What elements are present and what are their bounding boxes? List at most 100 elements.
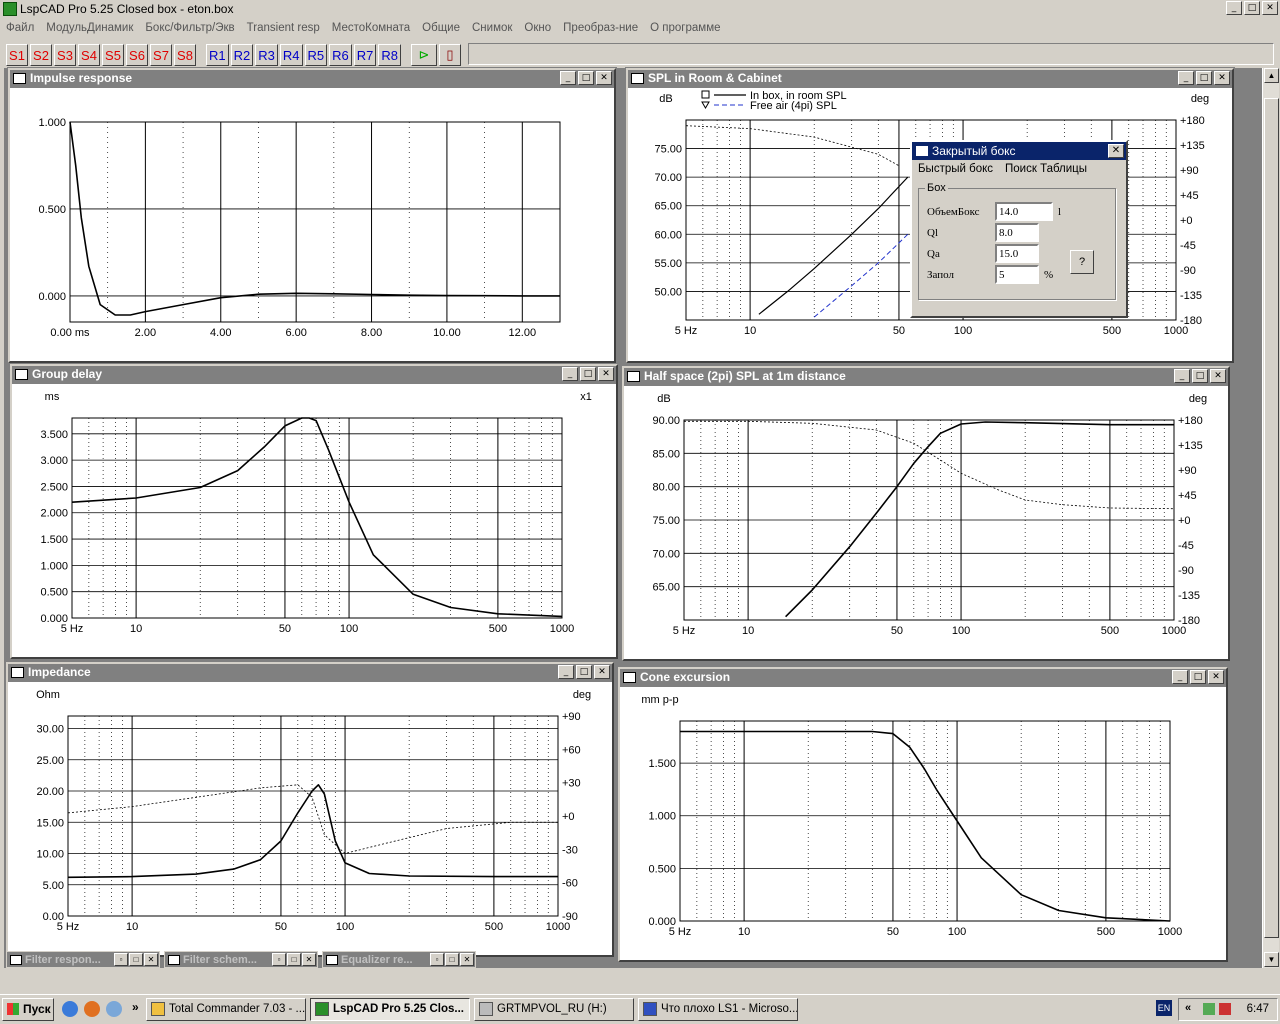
minimize-icon[interactable]: _	[1172, 670, 1188, 684]
closed-box-dialog-caption[interactable]: Закрытый бокс ✕	[912, 142, 1126, 160]
fill-input[interactable]	[995, 265, 1039, 284]
maximize-icon[interactable]: □	[1244, 1, 1260, 15]
impedance-window-caption[interactable]: Impedance _ □ ✕	[8, 664, 612, 682]
minimize-icon[interactable]: _	[558, 665, 574, 679]
menu-file[interactable]: Файл	[0, 22, 40, 34]
search-icon[interactable]	[106, 1001, 122, 1017]
s3-button[interactable]: S3	[54, 44, 76, 66]
cone-window-caption[interactable]: Cone excursion _ □ ✕	[620, 669, 1226, 687]
r4-button[interactable]: R4	[279, 44, 303, 66]
menu-box-filter-eq[interactable]: Бокс/Фильтр/Экв	[139, 22, 240, 34]
half-space-window-caption[interactable]: Half space (2pi) SPL at 1m distance _ □ ✕	[624, 368, 1228, 386]
ie-icon[interactable]	[62, 1001, 78, 1017]
group-delay-window-caption[interactable]: Group delay _ □ ✕	[12, 366, 616, 384]
firefox-icon[interactable]	[84, 1001, 100, 1017]
menu-window[interactable]: Окно	[518, 22, 557, 34]
qa-input[interactable]	[995, 244, 1039, 263]
cone-chart: 1.5001.0000.5000.0005 Hz 10 50 100 500 1000mm…	[641, 694, 1182, 938]
minimized-equalizer[interactable]: Equalizer re... ▫ □ ✕	[322, 951, 476, 968]
s7-button[interactable]: S7	[150, 44, 172, 66]
tray-app-icon[interactable]	[1219, 1003, 1231, 1015]
x-tick-label: 100	[952, 625, 970, 637]
close-icon[interactable]: ✕	[596, 71, 612, 85]
menu-driver-module[interactable]: МодульДинамик	[40, 22, 139, 34]
network-icon[interactable]	[1203, 1003, 1215, 1015]
maximize-icon[interactable]: □	[578, 71, 594, 85]
r8-button[interactable]: R8	[378, 44, 401, 66]
task-word[interactable]: Что плохо LS1 - Microso...	[638, 998, 798, 1021]
s5-button[interactable]: S5	[102, 44, 124, 66]
s6-button[interactable]: S6	[126, 44, 148, 66]
close-icon[interactable]: ✕	[1210, 369, 1226, 383]
r5-button[interactable]: R5	[304, 44, 328, 66]
scroll-thumb[interactable]	[1264, 98, 1279, 938]
chevron-icon[interactable]: »	[132, 1000, 139, 1014]
close-icon[interactable]: ✕	[1214, 71, 1230, 85]
task-lspcad[interactable]: LspCAD Pro 5.25 Clos...	[310, 998, 470, 1021]
spl-room-window-caption[interactable]: SPL in Room & Cabinet _ □ ✕	[628, 70, 1232, 88]
minimize-icon[interactable]: _	[560, 71, 576, 85]
minimize-icon[interactable]: _	[562, 367, 578, 381]
close-icon[interactable]: ✕	[1108, 144, 1124, 158]
task-total-commander[interactable]: Total Commander 7.03 - ...	[146, 998, 306, 1021]
menu-transform[interactable]: Преобраз-ние	[557, 22, 644, 34]
s1-button[interactable]: S1	[6, 44, 28, 66]
language-indicator[interactable]: EN	[1156, 1000, 1172, 1016]
r1-button[interactable]: R1	[206, 44, 229, 66]
r6-button[interactable]: R6	[329, 44, 352, 66]
y2-tick-label: -90	[1180, 265, 1196, 277]
vertical-scrollbar[interactable]: ▲ ▼	[1262, 68, 1279, 968]
closed-box-dialog[interactable]: Закрытый бокс ✕ Быстрый бокс Поиск Таблиц…	[910, 140, 1128, 318]
r3-button[interactable]: R3	[255, 44, 278, 66]
dialog-menu-quick-box[interactable]: Быстрый бокс	[918, 163, 993, 175]
maximize-icon[interactable]: □	[580, 367, 596, 381]
scroll-down-icon[interactable]: ▼	[1264, 952, 1279, 967]
maximize-icon[interactable]: □	[1192, 369, 1208, 383]
minimized-filter-response[interactable]: Filter respon... ▫ □ ✕	[6, 951, 160, 968]
ql-input[interactable]	[995, 223, 1039, 242]
menu-general[interactable]: Общие	[416, 22, 466, 34]
half-space-window[interactable]: Half space (2pi) SPL at 1m distance _ □ ✕ …	[621, 365, 1231, 662]
impedance-window[interactable]: Impedance _ □ ✕ 30.00 25.00 20.00 15.00 10.00 5…	[5, 661, 615, 958]
fill-unit: %	[1044, 268, 1054, 281]
s8-button[interactable]: S8	[174, 44, 196, 66]
start-button[interactable]: Пуск	[2, 998, 54, 1021]
x-tick-label: 10	[744, 325, 756, 337]
scroll-up-icon[interactable]: ▲	[1264, 68, 1279, 83]
close-icon[interactable]: ✕	[1262, 1, 1278, 15]
x-tick-label: 50	[275, 921, 287, 933]
tray-expand-icon[interactable]: «	[1185, 1002, 1191, 1014]
menu-snapshot[interactable]: Снимок	[466, 22, 518, 34]
impulse-window-caption[interactable]: Impulse response _ □ ✕	[10, 70, 614, 88]
impulse-chart: 1.000 0.500 0.000 0.00 ms 2.00 4.00 6.00 8.00 10…	[38, 117, 561, 339]
minimize-icon[interactable]: _	[1174, 369, 1190, 383]
speaker-icon[interactable]: ▯	[439, 44, 461, 66]
x-tick-label: 5 Hz	[61, 623, 84, 635]
close-icon[interactable]: ✕	[598, 367, 614, 381]
maximize-icon[interactable]: □	[1196, 71, 1212, 85]
help-button[interactable]: ?	[1070, 250, 1094, 274]
y-tick-label: 1.500	[40, 534, 68, 546]
volume-input[interactable]	[995, 202, 1053, 221]
menu-transient[interactable]: Transient resp	[241, 22, 326, 34]
close-icon[interactable]: ✕	[1208, 670, 1224, 684]
minimize-icon[interactable]: _	[1178, 71, 1194, 85]
minimize-icon[interactable]: _	[1226, 1, 1242, 15]
cone-window[interactable]: Cone excursion _ □ ✕ 1.500 1.000 0.500 0.000 5…	[617, 666, 1229, 963]
menu-room[interactable]: МестоКомната	[326, 22, 416, 34]
impulse-window[interactable]: Impulse response _ □ ✕ 1.000 0.500 0.000 0.00…	[7, 67, 617, 364]
r2-button[interactable]: R2	[230, 44, 254, 66]
s4-button[interactable]: S4	[78, 44, 100, 66]
schematic-icon[interactable]: ⊳	[411, 44, 437, 66]
group-delay-window[interactable]: Group delay _ □ ✕ 3.500 3.000 2.500 2.000 1.50…	[9, 363, 619, 660]
menu-about[interactable]: О программе	[644, 22, 726, 34]
minimized-filter-schematic[interactable]: Filter schem... ▫ □ ✕	[164, 951, 318, 968]
s2-button[interactable]: S2	[30, 44, 52, 66]
task-explorer[interactable]: GRTMPVOL_RU (H:)	[474, 998, 634, 1021]
r7-button[interactable]: R7	[353, 44, 377, 66]
maximize-icon[interactable]: □	[1190, 670, 1206, 684]
dialog-menu-table-search[interactable]: Поиск Таблицы	[1005, 163, 1087, 175]
y-tick-label: 3.500	[40, 429, 68, 441]
maximize-icon[interactable]: □	[576, 665, 592, 679]
close-icon[interactable]: ✕	[594, 665, 610, 679]
